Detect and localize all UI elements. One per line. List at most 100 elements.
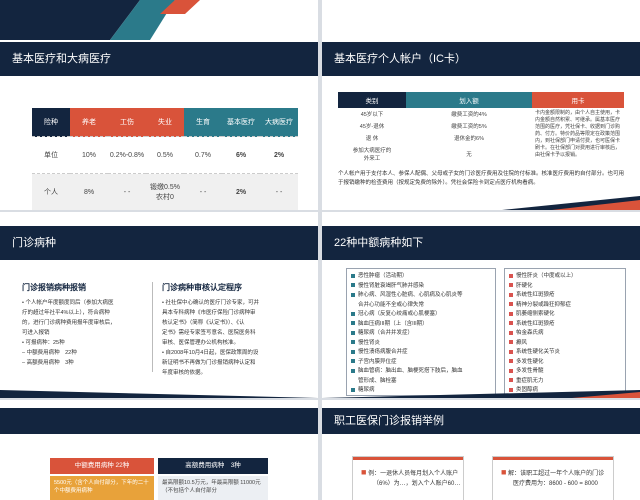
- table-row: 45岁以下 缴费工资的4% 卡内金额限制的，由个人自主使用，卡内金额自然积累、可…: [338, 108, 624, 158]
- list-item: 恶性肿瘤（活动期）: [351, 272, 491, 282]
- list-item: 帕金森氏病: [509, 329, 621, 339]
- account-table: 类别 划入额 用卡 45岁以下 缴费工资的4% 卡内金额限制的，由个人自主使用，…: [338, 92, 624, 164]
- list-item: 可进入报销: [22, 330, 50, 336]
- table-cell: 2%: [260, 136, 298, 174]
- table-header: 失业: [146, 108, 184, 137]
- list-item: 糖尿病（合并并发症）: [351, 329, 491, 339]
- bullet-icon: [509, 368, 513, 373]
- bullet-icon: [351, 349, 355, 354]
- column-title: 门诊病种审核认定程序: [162, 283, 242, 292]
- list-item: 的，进行门诊病种费用报年度审核后，: [22, 320, 116, 326]
- table-cell: 6%: [222, 136, 260, 174]
- list-item: 系统性硬化关节炎: [509, 348, 621, 358]
- card-usage-note: 卡内金额限制的，由个人自主使用，卡内金额自然积累、可继承。属基本医疗范围的医疗，…: [535, 110, 621, 158]
- list-item: 合并心功能不全或心律失常: [358, 301, 425, 308]
- slide-title-bar: [0, 408, 318, 434]
- bullet-icon: [509, 330, 513, 335]
- table-row: 单位 10% 0.2%-0.8% 0.5% 0.7% 6% 2%: [32, 136, 298, 174]
- table-header: 用卡: [532, 92, 624, 108]
- footer-decoration: [502, 196, 640, 210]
- bullet-icon: [351, 340, 355, 345]
- table-cell: 退休金的6%: [454, 136, 484, 142]
- bullet-icon: [351, 292, 355, 297]
- example-text: 例：一退休人员每月划入个人账户: [368, 471, 459, 477]
- table-cell: - -: [184, 173, 222, 210]
- bullet-icon: [351, 359, 355, 364]
- list-item: 精神分裂或躁狂抑郁症: [509, 301, 621, 311]
- bullet-icon: [509, 321, 513, 326]
- bullet-icon: ■: [501, 467, 507, 477]
- table-cell: 参加大病医疗的 外来工: [352, 148, 392, 162]
- high-fee-text: 最高限额10.5万元，年最高限额 11000元（不包括个人自付部分: [158, 476, 268, 500]
- table-cell: 无: [466, 152, 472, 158]
- table-cell: 8%: [70, 173, 108, 210]
- list-item: 子宫内膜异位症: [351, 358, 491, 368]
- table-cell: 0.2%-0.8%: [108, 136, 146, 174]
- list-item: 肌萎缩侧索硬化: [509, 310, 621, 320]
- bullet-icon: [509, 340, 513, 345]
- bullet-icon: [509, 311, 513, 316]
- mid-fee-title: 中额费用病种 22种: [50, 458, 154, 474]
- list-item: • 个人帐户年度额度同后（参加大病医: [22, 300, 114, 306]
- list-item: 慢性肾脏衰竭肝气肺并感染: [351, 282, 491, 292]
- list-item: 肺心病、风湿性心脏病、心肌病及心肌炎等: [351, 291, 491, 301]
- slide-outpatient-diseases: 门诊病种 门诊报销病种报销 • 个人帐户年度额度同后（参加大病医 疗的超过年社平…: [0, 212, 318, 398]
- example-text: （6%）为…，划入个人账户60…: [373, 481, 461, 487]
- table-header: 划入额: [406, 92, 532, 108]
- mid-fee-text: 5500元（含个人自付部分，下年的二十个中额费用病种: [50, 476, 154, 500]
- list-item: 具本专科病种《市医疗保险门诊病种审: [162, 310, 256, 316]
- table-header: 类别: [338, 92, 406, 108]
- slide-title-bar: 22种中额病种如下: [322, 226, 640, 260]
- example-card-2: ■ 解：该职工超过一年个人账户的门诊 医疗费用为：8600 - 600 = 80…: [492, 456, 614, 500]
- table-cell: 0.5%: [146, 136, 184, 174]
- slide-medical-insurance: 基本医疗和大病医疗 险种 养老 工伤 失业 生育 基本医疗 大病医疗 单位 10…: [0, 0, 318, 210]
- bullet-icon: [509, 273, 513, 278]
- footer-decoration: [322, 390, 640, 398]
- row-label: 单位: [32, 136, 70, 174]
- card-accent: [353, 457, 463, 460]
- table-header: 大病医疗: [260, 108, 298, 137]
- header-decoration: [322, 0, 352, 40]
- approval-list: • 社社保中心确认的医疗门诊专家，可并 具本专科病种《市医疗保险门诊病种审 核认…: [162, 298, 259, 378]
- table-cell: 退 休: [365, 136, 379, 142]
- list-item: 癫风: [509, 339, 621, 349]
- bullet-icon: [351, 321, 355, 326]
- table-header: 养老: [70, 108, 108, 137]
- table-header: 基本医疗: [222, 108, 260, 137]
- example-text: 医疗费用为：8600 - 600 = 8000: [513, 481, 598, 487]
- table-header: 生育: [184, 108, 222, 137]
- slide-title: 22种中额病种如下: [334, 237, 424, 249]
- high-fee-title: 高额费用病种 3种: [158, 458, 268, 474]
- list-item: 冠心病（反复心绞痛或心肌梗塞）: [351, 310, 491, 320]
- contribution-table: 险种 养老 工伤 失业 生育 基本医疗 大病医疗 单位 10% 0.2%-0.8…: [32, 108, 298, 210]
- example-text: 解：该职工超过一年个人账户的门诊: [508, 471, 605, 477]
- bullet-icon: [509, 302, 513, 307]
- table-cell: 45岁以下: [360, 112, 384, 118]
- bullet-icon: [351, 368, 355, 373]
- footer-decoration: [0, 390, 318, 398]
- column-divider: [152, 282, 153, 372]
- row-label: 个人: [32, 173, 70, 210]
- column-title: 门诊报销病种报销: [22, 283, 86, 292]
- header-decoration: [0, 0, 200, 40]
- table-header-row: 类别 划入额 用卡: [338, 92, 624, 108]
- bullet-icon: [509, 283, 513, 288]
- example-card-1: ■ 例：一退休人员每月划入个人账户 （6%）为…，划入个人账户60…: [352, 456, 464, 500]
- table-cell: 45岁-退休: [359, 124, 385, 130]
- table-header-row: 险种 养老 工伤 失业 生育 基本医疗 大病医疗: [32, 108, 298, 137]
- bullet-icon: [351, 273, 355, 278]
- table-cell: 缴费工资的5%: [451, 124, 487, 130]
- list-item: 审核、医保管理办公机构核准。: [162, 340, 240, 346]
- list-item: 多发性硬化: [509, 358, 621, 368]
- list-item: 系统性红斑狼疮: [509, 291, 621, 301]
- slide-personal-account: 基本医疗个人帐户（IC卡） 类别 划入额 用卡 45岁以下 缴费工资的4% 卡内…: [322, 0, 640, 210]
- bullet-icon: [509, 292, 513, 297]
- bullet-icon: [351, 311, 355, 316]
- slide-title-bar: 基本医疗和大病医疗: [0, 42, 318, 76]
- list-item: 新证明书不再做为门诊报销病种认定和: [162, 360, 256, 366]
- card-accent: [493, 457, 613, 460]
- list-item: 慢性肾炎: [351, 339, 491, 349]
- table-header: 险种: [32, 108, 70, 137]
- table-row: 个人 8% - - 锻缴0.5% 农村0 - - 2% - -: [32, 173, 298, 210]
- slide-title: 基本医疗和大病医疗: [12, 53, 111, 65]
